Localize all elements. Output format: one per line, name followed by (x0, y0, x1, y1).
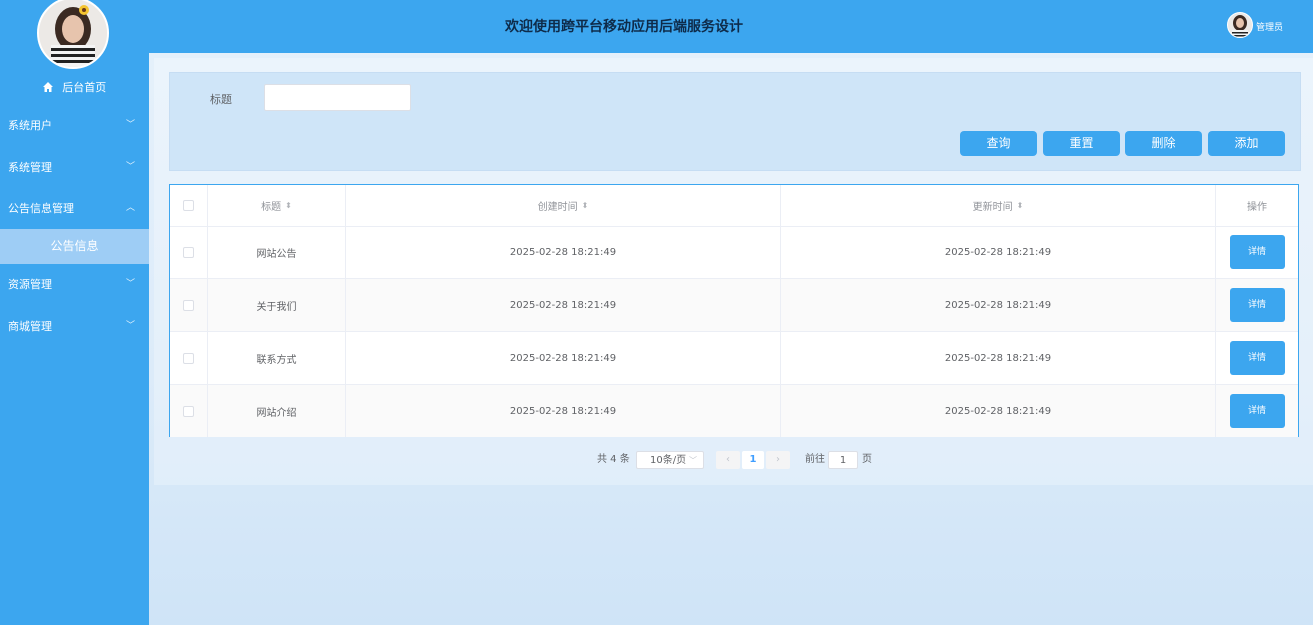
user-role[interactable]: 管理员 (1256, 20, 1283, 33)
title-filter-input[interactable] (264, 84, 411, 111)
updated-cell: 2025-02-28 18:21:49 (781, 385, 1216, 437)
column-header-label: 操作 (1247, 202, 1267, 213)
sidebar-subitem-announcement-info[interactable]: 公告信息 (0, 229, 149, 264)
actions-cell: 详情 (1216, 226, 1298, 278)
reset-button[interactable]: 重置 (1043, 131, 1120, 156)
sidebar-item-label: 系统用户 (8, 119, 52, 132)
column-header-label: 更新时间 (972, 202, 1013, 213)
detail-button[interactable]: 详情 (1229, 288, 1285, 322)
column-header-title[interactable]: 标题 ⬍ (208, 185, 346, 226)
column-header-updated[interactable]: 更新时间 ⬍ (781, 185, 1216, 226)
page-number-button[interactable]: 1 (742, 451, 764, 469)
sort-caret-icon[interactable]: ⬍ (582, 201, 589, 210)
column-header-created[interactable]: 创建时间 ⬍ (346, 185, 781, 226)
chevron-down-icon: ﹀ (126, 120, 136, 130)
sidebar: 后台首页 系统用户 ﹀ 系统管理 ﹀ 公告信息管理 ︿ 公告信息 资源管理 ﹀ … (0, 0, 149, 625)
select-all-checkbox[interactable] (183, 200, 194, 211)
created-cell: 2025-02-28 18:21:49 (346, 385, 781, 437)
table-row: 联系方式 2025-02-28 18:21:49 2025-02-28 18:2… (170, 332, 1298, 385)
updated-cell: 2025-02-28 18:21:49 (781, 332, 1216, 384)
actions-cell: 详情 (1216, 385, 1298, 437)
row-select-cell (170, 385, 208, 437)
table-row: 网站公告 2025-02-28 18:21:49 2025-02-28 18:2… (170, 226, 1298, 279)
chevron-down-icon: ﹀ (689, 456, 697, 465)
goto-suffix: 页 (862, 454, 872, 465)
sidebar-item-system-management[interactable]: 系统管理 ﹀ (0, 147, 149, 188)
column-header-label: 创建时间 (537, 202, 578, 213)
announcement-table: 标题 ⬍ 创建时间 ⬍ 更新时间 ⬍ 操作 网站公告 2025-02-28 18:21… (169, 184, 1299, 437)
chevron-right-icon: › (776, 454, 780, 465)
avatar-photo (39, 0, 107, 67)
chevron-up-icon: ︿ (126, 203, 136, 213)
chevron-down-icon: ﹀ (126, 321, 136, 331)
header-select-cell (170, 185, 208, 226)
sidebar-item-label: 公告信息管理 (8, 202, 74, 215)
table-row: 网站介绍 2025-02-28 18:21:49 2025-02-28 18:2… (170, 385, 1298, 437)
sidebar-home[interactable]: 后台首页 (0, 79, 149, 95)
sidebar-subitem-label: 公告信息 (50, 239, 99, 253)
top-header: 欢迎使用跨平台移动应用后端服务设计 管理员 (149, 0, 1313, 53)
row-select-cell (170, 279, 208, 331)
next-page-button[interactable]: › (766, 451, 790, 469)
page-size-value: 10条/页 (650, 455, 687, 466)
row-select-cell (170, 226, 208, 278)
page-size-select[interactable]: 10条/页 ﹀ (636, 451, 704, 469)
table-row: 关于我们 2025-02-28 18:21:49 2025-02-28 18:2… (170, 279, 1298, 332)
row-checkbox[interactable] (183, 299, 194, 311)
sidebar-item-resource-management[interactable]: 资源管理 ﹀ (0, 264, 149, 305)
created-cell: 2025-02-28 18:21:49 (346, 279, 781, 331)
delete-button[interactable]: 删除 (1125, 131, 1202, 156)
search-panel: 标题 查询 重置 删除 添加 (169, 72, 1301, 171)
title-cell: 网站公告 (208, 226, 346, 278)
sort-caret-icon[interactable]: ⬍ (1017, 201, 1024, 210)
sort-caret-icon[interactable]: ⬍ (285, 201, 292, 210)
title-cell: 联系方式 (208, 332, 346, 384)
prev-page-button[interactable]: ‹ (716, 451, 740, 469)
actions-cell: 详情 (1216, 332, 1298, 384)
detail-button[interactable]: 详情 (1229, 235, 1285, 269)
sidebar-item-label: 系统管理 (8, 161, 52, 174)
goto-label: 前往 (805, 454, 825, 465)
title-filter-label: 标题 (210, 93, 232, 106)
sidebar-item-mall-management[interactable]: 商城管理 ﹀ (0, 306, 149, 347)
pagination-total: 共 4 条 (597, 454, 630, 465)
detail-button[interactable]: 详情 (1229, 394, 1285, 428)
actions-cell: 详情 (1216, 279, 1298, 331)
title-cell: 网站介绍 (208, 385, 346, 437)
row-checkbox[interactable] (183, 405, 194, 417)
sidebar-item-system-users[interactable]: 系统用户 ﹀ (0, 105, 149, 146)
row-select-cell (170, 332, 208, 384)
table-header-row: 标题 ⬍ 创建时间 ⬍ 更新时间 ⬍ 操作 (170, 185, 1298, 227)
sidebar-item-label: 资源管理 (8, 278, 52, 291)
created-cell: 2025-02-28 18:21:49 (346, 226, 781, 278)
chevron-down-icon: ﹀ (126, 279, 136, 289)
title-cell: 关于我们 (208, 279, 346, 331)
updated-cell: 2025-02-28 18:21:49 (781, 279, 1216, 331)
home-icon (42, 81, 53, 95)
column-header-actions: 操作 (1216, 185, 1298, 226)
detail-button[interactable]: 详情 (1229, 341, 1285, 375)
sidebar-avatar (37, 0, 109, 69)
row-checkbox[interactable] (183, 352, 194, 364)
add-button[interactable]: 添加 (1208, 131, 1285, 156)
goto-page-input[interactable]: 1 (828, 451, 858, 469)
updated-cell: 2025-02-28 18:21:49 (781, 226, 1216, 278)
chevron-down-icon: ﹀ (126, 162, 136, 172)
sidebar-item-label: 商城管理 (8, 320, 52, 333)
row-checkbox[interactable] (183, 246, 194, 258)
user-avatar[interactable] (1227, 12, 1253, 38)
sidebar-home-label: 后台首页 (62, 81, 107, 94)
created-cell: 2025-02-28 18:21:49 (346, 332, 781, 384)
query-button[interactable]: 查询 (960, 131, 1037, 156)
column-header-label: 标题 (261, 202, 282, 213)
sidebar-item-announcement-management[interactable]: 公告信息管理 ︿ (0, 188, 149, 229)
chevron-left-icon: ‹ (726, 454, 730, 465)
page-title: 欢迎使用跨平台移动应用后端服务设计 (505, 19, 743, 35)
user-avatar-photo (1228, 13, 1252, 37)
